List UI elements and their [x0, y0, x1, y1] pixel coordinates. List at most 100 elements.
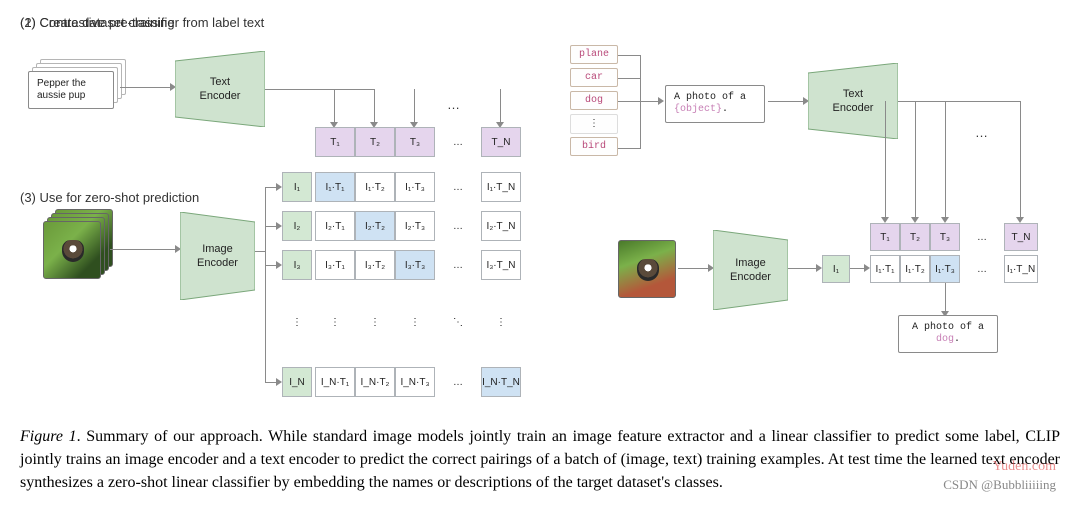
arrow	[788, 268, 816, 269]
prompt-prefix: A photo of a	[674, 92, 746, 103]
connector	[618, 101, 640, 102]
matrix-cell: I₂·T₁	[315, 211, 355, 241]
text-encoder-label: Text Encoder	[200, 75, 241, 104]
arrow	[110, 249, 175, 250]
watermark: CSDN @Bubbliiiiing	[943, 476, 1056, 495]
t-header: …	[435, 127, 481, 157]
i-header: ⋮	[282, 280, 312, 365]
prediction-prefix: A photo of a	[912, 322, 984, 333]
arrow	[640, 101, 658, 102]
matrix-cell: I_N·T_N	[481, 367, 521, 397]
matrix-cell: …	[435, 250, 481, 280]
matrix-cell: I₁·T₃	[395, 172, 435, 202]
prompt-template: A photo of a {object}.	[665, 85, 765, 123]
arrow	[768, 101, 803, 102]
arrow	[885, 101, 886, 217]
i-header: I₃	[282, 250, 312, 280]
class-label: bird	[570, 137, 618, 156]
class-label: plane	[570, 45, 618, 64]
image-encoder-label: Image Encoder	[197, 242, 238, 271]
sim-cell: …	[960, 255, 1004, 283]
class-label: car	[570, 68, 618, 87]
prediction-suffix: .	[954, 334, 960, 345]
arrow	[120, 87, 170, 88]
matrix-cell: …	[435, 172, 481, 202]
prediction-box: A photo of a dog.	[898, 315, 998, 353]
watermark: Yuden.com	[993, 457, 1056, 477]
arrow	[1020, 101, 1021, 217]
test-image	[618, 240, 676, 298]
connector	[898, 101, 938, 102]
i-header: I₁	[282, 172, 312, 202]
class-label: dog	[570, 91, 618, 110]
i-header: I_N	[282, 367, 312, 397]
connector	[640, 55, 641, 149]
matrix-cell: ⋮	[481, 280, 521, 365]
sim-cell: I₁·T_N	[1004, 255, 1038, 283]
figure-caption: Figure 1. Summary of our approach. While…	[20, 425, 1060, 495]
sim-cell: I₁·T₁	[870, 255, 900, 283]
text-sample: Pepper the aussie pup	[28, 71, 114, 109]
figure-caption-text: . Summary of our approach. While standar…	[20, 428, 1060, 491]
matrix-cell: …	[435, 211, 481, 241]
prediction-object: dog	[936, 334, 954, 345]
i-header: I₂	[282, 211, 312, 241]
matrix-cell: I₃·T₂	[355, 250, 395, 280]
image-encoder-block-2: Image Encoder	[713, 230, 788, 310]
i1-embedding: I₁	[822, 255, 850, 283]
matrix-cell: I₁·T_N	[481, 172, 521, 202]
ellipsis: …	[447, 97, 460, 112]
connector	[938, 101, 1021, 102]
matrix-cell: I_N·T₁	[315, 367, 355, 397]
matrix-cell: I₃·T₃	[395, 250, 435, 280]
connector	[618, 55, 640, 56]
t-header: T₂	[900, 223, 930, 251]
ellipsis: …	[975, 125, 988, 140]
diagram-canvas: (1) Contrastive pre-training (2) Create …	[20, 15, 1060, 410]
text-encoder-block: Text Encoder	[175, 51, 265, 127]
matrix-cell: ⋱	[435, 280, 481, 365]
connector	[255, 251, 265, 252]
matrix-cell: ⋮	[315, 280, 355, 365]
arrow	[265, 187, 276, 188]
arrow	[945, 283, 946, 311]
matrix-cell: I₂·T₃	[395, 211, 435, 241]
matrix-cell: I_N·T₃	[395, 367, 435, 397]
matrix-cell: ⋮	[355, 280, 395, 365]
text-encoder-label: Text Encoder	[833, 87, 874, 116]
heading-3: (3) Use for zero-shot prediction	[20, 190, 199, 205]
arrow	[265, 226, 276, 227]
class-label-ellipsis: ⋮	[570, 114, 618, 134]
matrix-cell: I₂·T₂	[355, 211, 395, 241]
arrow	[945, 101, 946, 217]
arrow	[414, 89, 415, 122]
training-image	[43, 221, 101, 279]
connector	[265, 89, 375, 90]
t-header: T₂	[355, 127, 395, 157]
arrow	[265, 382, 276, 383]
connector	[265, 187, 266, 383]
connector	[618, 148, 640, 149]
matrix-cell: I₂·T_N	[481, 211, 521, 241]
sim-cell-match: I₁·T₃	[930, 255, 960, 283]
arrow	[915, 101, 916, 217]
arrow	[850, 268, 864, 269]
arrow	[265, 265, 276, 266]
arrow	[678, 268, 708, 269]
matrix-cell: I₁·T₁	[315, 172, 355, 202]
image-encoder-block: Image Encoder	[180, 212, 255, 300]
heading-2: (2) Create dataset classifier from label…	[20, 15, 264, 30]
matrix-cell: …	[435, 367, 481, 397]
arrow	[500, 89, 501, 122]
connector	[618, 78, 640, 79]
image-encoder-label: Image Encoder	[730, 256, 771, 285]
prompt-object: {object}	[674, 104, 722, 115]
t-header: T₃	[930, 223, 960, 251]
prompt-suffix: .	[722, 104, 728, 115]
t-header: T₁	[315, 127, 355, 157]
matrix-cell: I_N·T₂	[355, 367, 395, 397]
t-header: T_N	[481, 127, 521, 157]
matrix-cell: I₃·T₁	[315, 250, 355, 280]
matrix-cell: I₃·T_N	[481, 250, 521, 280]
t-header: T₁	[870, 223, 900, 251]
